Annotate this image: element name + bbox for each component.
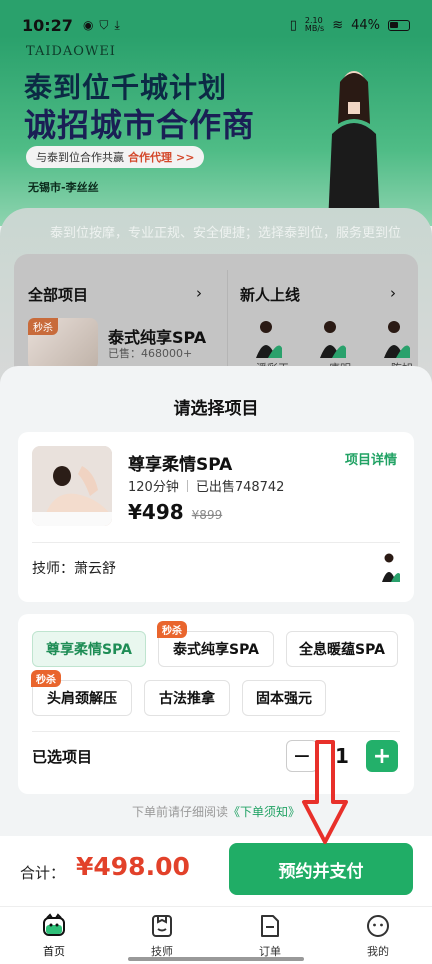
option-chip[interactable]: 秒杀 头肩颈解压: [31, 670, 132, 716]
nav-profile[interactable]: 我的: [324, 907, 432, 964]
promo-banner[interactable]: TAIDAOWEI 泰到位千城计划 诚招城市合作商 与泰到位合作共赢 合作代理 …: [0, 36, 432, 226]
product-old-price: ¥899: [191, 508, 223, 522]
project-detail-link[interactable]: 项目详情: [345, 449, 397, 468]
tech-avatar[interactable]: [376, 318, 412, 358]
product-meta: 120分钟 已出售748742: [128, 476, 284, 495]
chevron-right-icon[interactable]: ›: [390, 284, 396, 302]
quantity-stepper: − 1 +: [286, 740, 398, 772]
option-label: 尊享柔情SPA: [46, 642, 132, 658]
product-sold: 已出售748742: [195, 480, 285, 495]
profile-icon: [367, 915, 389, 937]
all-projects-link[interactable]: 全部项目: [28, 284, 88, 305]
option-chip[interactable]: 全息暖蕴SPA: [286, 631, 398, 667]
tech-avatar[interactable]: [312, 318, 348, 358]
product-price: ¥498: [128, 500, 184, 524]
nav-home[interactable]: 首页: [0, 907, 108, 964]
total-label: 合计：: [20, 864, 66, 882]
bottom-nav: 首页 技师 订单 我的: [0, 906, 432, 964]
featured-sold: 已售：468000+: [108, 347, 193, 360]
pill-link: 合作代理: [128, 151, 172, 164]
download-icon: ⤓: [114, 17, 120, 32]
order-notice: 下单前请仔细阅读《下单须知》: [0, 803, 432, 820]
quantity-value: 1: [335, 744, 349, 768]
technician-label[interactable]: 技师：萧云舒: [32, 558, 116, 578]
selected-project-label: 已选项目: [32, 748, 93, 766]
decrease-button[interactable]: −: [286, 740, 318, 772]
option-label: 泰式纯享SPA: [173, 642, 259, 658]
option-label: 全息暖蕴SPA: [299, 642, 385, 658]
nav-label: 我的: [367, 945, 389, 958]
vibrate-icon: ▯: [289, 17, 297, 33]
meta-separator: [186, 479, 188, 492]
notice-text: 下单前请仔细阅读: [131, 805, 228, 819]
option-chip[interactable]: 古法推拿: [144, 680, 230, 716]
tech-avatar[interactable]: [248, 318, 284, 358]
pill-text: 与泰到位合作共赢: [36, 151, 124, 164]
product-name: 尊享柔情SPA: [128, 455, 233, 475]
order-terms-link[interactable]: 《下单须知》: [228, 805, 300, 819]
status-time: 10:27: [22, 15, 73, 35]
shield-icon: ⛉: [99, 17, 109, 32]
flash-sale-tag: 秒杀: [157, 621, 187, 638]
increase-button[interactable]: +: [366, 740, 398, 772]
new-techs-link[interactable]: 新人上线: [240, 284, 300, 305]
status-icons: ◉ ⛉ ⤓: [83, 18, 120, 33]
product-duration: 120分钟: [128, 480, 179, 495]
total-amount: ¥498.00: [76, 852, 190, 881]
option-chip[interactable]: 尊享柔情SPA: [32, 631, 146, 667]
option-label: 固本强元: [256, 691, 312, 707]
notification-icon: ◉: [82, 17, 94, 32]
sheet-title: 请选择项目: [173, 399, 259, 419]
nav-technician[interactable]: 技师: [108, 907, 216, 964]
flash-sale-tag: 秒杀: [31, 670, 61, 687]
wifi-icon: ≋: [332, 17, 344, 33]
option-label: 古法推拿: [159, 691, 215, 707]
product-divider: [32, 542, 400, 543]
option-chip[interactable]: 秒杀 泰式纯享SPA: [157, 621, 274, 667]
announcement-marquee: 泰到位按摩，专业正规、安全便捷；选择泰到位，服务更到位: [50, 226, 402, 241]
partner-pill[interactable]: 与泰到位合作共赢 合作代理 >>: [26, 146, 205, 168]
book-and-pay-button[interactable]: 预约并支付: [229, 843, 413, 895]
options-divider: [32, 731, 400, 732]
technician-avatar[interactable]: [378, 552, 400, 582]
nav-label: 首页: [43, 945, 65, 958]
battery-icon: [388, 19, 410, 31]
brand-wordmark: TAIDAOWEI: [26, 44, 116, 59]
orders-icon: [261, 915, 279, 937]
chevron-right-icon[interactable]: ›: [196, 284, 202, 302]
battery-level: 44%: [351, 17, 380, 33]
option-label: 头肩颈解压: [47, 691, 117, 707]
category-divider: [227, 270, 228, 370]
status-right: ▯ 2.10 MB/s ≋ 44%: [290, 17, 410, 33]
new-tech-avatars: [248, 318, 412, 358]
technician-icon: [152, 915, 172, 937]
net-speed: 2.10 MB/s: [304, 16, 325, 33]
product-image: [32, 446, 112, 526]
banner-headline-2: 诚招城市合作商: [24, 106, 256, 144]
flash-sale-badge: 秒杀: [28, 318, 58, 335]
option-chip[interactable]: 固本强元: [242, 680, 326, 716]
home-indicator[interactable]: [128, 957, 304, 961]
nav-orders[interactable]: 订单: [216, 907, 324, 964]
pill-chevron: >>: [176, 150, 195, 164]
banner-city: 无锡市-李丝丝: [28, 181, 99, 194]
spokesperson-image: [328, 71, 380, 224]
product-price-row: ¥498 ¥899: [128, 500, 222, 524]
home-icon: [43, 913, 65, 936]
